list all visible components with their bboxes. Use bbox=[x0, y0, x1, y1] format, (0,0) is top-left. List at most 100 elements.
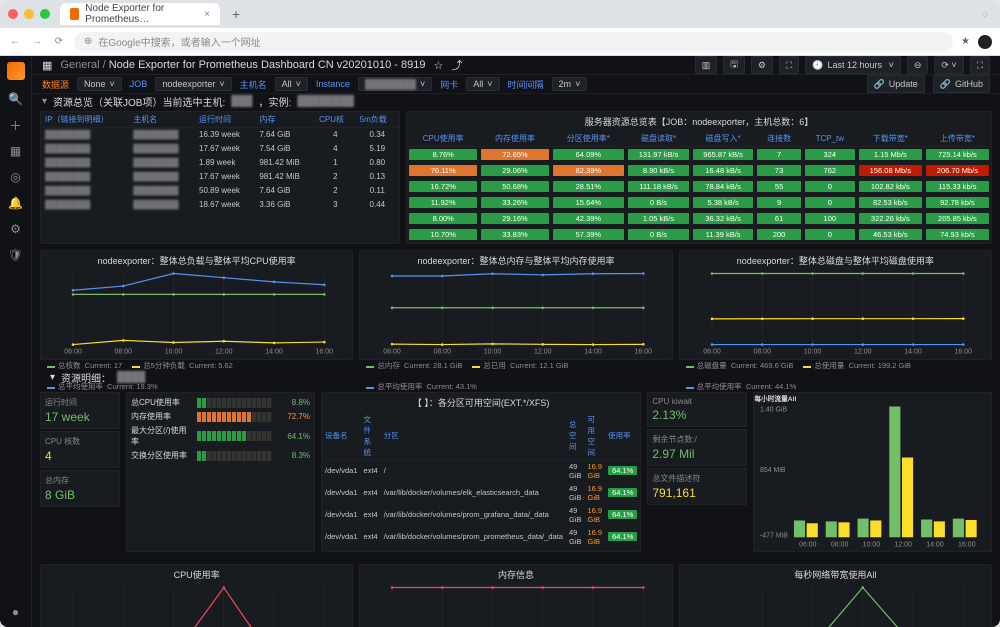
cpu-usage-panel: CPU使用率 06:0008:0010:0012:0014:0016:00 mi… bbox=[40, 564, 353, 627]
var-interval-label: 时间间隔 bbox=[508, 78, 544, 91]
var-interval[interactable]: 2m ˅ bbox=[552, 77, 588, 91]
cpu-usage-title: CPU使用率 bbox=[41, 565, 352, 584]
var-datasource-label: 数据源 bbox=[42, 78, 69, 91]
address-input[interactable]: ⊕ 在Google中搜索，或者输入一个网址 bbox=[74, 32, 953, 52]
stat-uptime: 运行时间 17 week bbox=[40, 392, 120, 429]
svg-text:16:00: 16:00 bbox=[958, 541, 976, 548]
explore-icon[interactable]: ◎ bbox=[9, 170, 23, 184]
row-overview-header[interactable]: ▾ 资源总览（关联JOB项）当前选中主机: ███ ，实例: ████████ bbox=[32, 94, 1000, 109]
server-overview-panel: 服务器资源总览表【JOB：nodeexporter，主机总数：6】 CPU使用率… bbox=[406, 111, 992, 244]
mem-chart-title: nodeexporter：整体总内存与整体平均内存使用率 bbox=[360, 251, 671, 270]
tab-title: Node Exporter for Prometheus… bbox=[85, 3, 198, 25]
single-stats: 运行时间 17 week CPU 核数 4 总内存 8 GiB bbox=[40, 392, 120, 552]
svg-text:12:00: 12:00 bbox=[215, 349, 233, 356]
cycle-view-button[interactable]: ⛶ bbox=[779, 56, 799, 74]
extension-icon[interactable]: ★ bbox=[961, 36, 970, 47]
forward-button[interactable]: → bbox=[30, 36, 44, 47]
svg-text:854 MiB: 854 MiB bbox=[760, 467, 786, 474]
template-var-bar: 数据源 None ˅ JOB nodeexporter ˅ 主机名 All ˅ … bbox=[32, 75, 1000, 94]
hosts-table-panel: IP（链接到明细）主机名运行时间内存CPU核5m负载 █████████████… bbox=[40, 111, 400, 244]
star-icon[interactable]: ☆ bbox=[433, 59, 443, 72]
dashboard-title: Node Exporter for Prometheus Dashboard C… bbox=[109, 59, 426, 71]
net-bw-panel: 每秒网络带宽使用All 06:0008:0010:0012:0014:0016:… bbox=[679, 564, 992, 627]
disk-chart-title: nodeexporter：整体总磁盘与整体平均磁盘使用率 bbox=[680, 251, 991, 270]
var-host-label: 主机名 bbox=[240, 78, 267, 91]
var-job-label: JOB bbox=[130, 79, 148, 89]
dashboards-icon[interactable]: ▦ bbox=[9, 144, 23, 158]
disk-chart-panel: nodeexporter：整体总磁盘与整体平均磁盘使用率 06:0008:001… bbox=[679, 250, 992, 360]
browser-extensions: ★ bbox=[961, 35, 992, 49]
browser-tab-active[interactable]: Node Exporter for Prometheus… × bbox=[60, 3, 220, 25]
svg-text:16:00: 16:00 bbox=[635, 349, 653, 356]
svg-text:08:00: 08:00 bbox=[434, 349, 452, 356]
svg-text:16:00: 16:00 bbox=[316, 349, 334, 356]
minimize-window-button[interactable] bbox=[24, 9, 34, 19]
var-nic[interactable]: All ˅ bbox=[466, 77, 499, 91]
link-update[interactable]: 🔗 Update bbox=[867, 75, 925, 93]
var-nic-label: 网卡 bbox=[440, 78, 458, 91]
browser-tab-bar: Node Exporter for Prometheus… × + ◌ bbox=[0, 0, 1000, 28]
dashboard-topbar: ▦ General / Node Exporter for Prometheus… bbox=[32, 56, 1000, 75]
svg-text:08:00: 08:00 bbox=[831, 541, 849, 548]
create-icon[interactable]: ＋ bbox=[9, 118, 23, 132]
save-button[interactable]: 🖫 bbox=[723, 56, 745, 74]
time-range-picker[interactable]: 🕘 Last 12 hours ˅ bbox=[805, 56, 901, 74]
server-overview-title: 服务器资源总览表【JOB：nodeexporter，主机总数：6】 bbox=[407, 112, 991, 131]
var-job[interactable]: nodeexporter ˅ bbox=[155, 77, 231, 91]
chevron-down-icon: ▾ bbox=[50, 372, 55, 383]
link-github[interactable]: 🔗 GitHub bbox=[933, 75, 990, 93]
var-host[interactable]: All ˅ bbox=[275, 77, 308, 91]
hourly-traffic-panel: 每小时流量All 1.40 GiB854 MiB-477 MiB06:0008:… bbox=[753, 392, 992, 552]
net-bw-title: 每秒网络带宽使用All bbox=[680, 565, 991, 584]
account-icon[interactable]: ◌ bbox=[978, 9, 992, 20]
mem-info-panel: 内存信息 06:0008:0010:0012:0014:0016:00 minm… bbox=[359, 564, 672, 627]
configuration-icon[interactable]: ⚙ bbox=[9, 222, 23, 236]
help-icon[interactable]: ● bbox=[9, 605, 23, 619]
hosts-table: IP（链接到明细）主机名运行时间内存CPU核5m负载 █████████████… bbox=[41, 112, 399, 212]
search-icon: ⊕ bbox=[84, 36, 92, 47]
kiosk-button[interactable]: ⛶ bbox=[970, 56, 990, 74]
browser-address-bar: ← → ⟳ ⊕ 在Google中搜索，或者输入一个网址 ★ bbox=[0, 28, 1000, 56]
svg-text:06:00: 06:00 bbox=[384, 349, 402, 356]
search-icon[interactable]: 🔍 bbox=[9, 92, 23, 106]
alerting-icon[interactable]: 🔔 bbox=[9, 196, 23, 210]
profile-avatar[interactable] bbox=[978, 35, 992, 49]
iowait-stats: CPU iowait 2.13% 剩余节点数:/ 2.97 Mil 总文件描述符… bbox=[647, 392, 747, 552]
share-icon[interactable]: ⤴ bbox=[451, 57, 462, 73]
svg-text:14:00: 14:00 bbox=[927, 541, 945, 548]
stat-memory: 总内存 8 GiB bbox=[40, 470, 120, 507]
svg-text:08:00: 08:00 bbox=[753, 349, 771, 356]
grafana-sidebar: 🔍 ＋ ▦ ◎ 🔔 ⚙ 🛡 ● bbox=[0, 56, 32, 627]
reload-button[interactable]: ⟳ bbox=[52, 36, 66, 47]
grafana-logo[interactable] bbox=[7, 62, 25, 80]
new-tab-button[interactable]: + bbox=[226, 6, 246, 22]
server-overview-table: CPU使用率内存使用率分区使用率*磁盘读取*磁盘写入*连接数TCP_tw下载带宽… bbox=[407, 131, 991, 243]
svg-text:10:00: 10:00 bbox=[484, 349, 502, 356]
settings-button[interactable]: ⚙ bbox=[751, 56, 773, 74]
crumb-general[interactable]: General bbox=[60, 59, 99, 71]
var-datasource[interactable]: None ˅ bbox=[77, 77, 122, 91]
close-tab-icon[interactable]: × bbox=[204, 9, 210, 20]
svg-text:1.40 GiB: 1.40 GiB bbox=[760, 406, 787, 413]
chevron-down-icon: ▾ bbox=[42, 96, 47, 107]
svg-text:10:00: 10:00 bbox=[165, 349, 183, 356]
svg-text:10:00: 10:00 bbox=[803, 349, 821, 356]
var-instance[interactable]: ████████ ˅ bbox=[358, 77, 432, 91]
grafana-favicon bbox=[70, 8, 79, 20]
address-placeholder: 在Google中搜索，或者输入一个网址 bbox=[98, 34, 260, 49]
back-button[interactable]: ← bbox=[8, 36, 22, 47]
load-chart-title: nodeexporter：整体总负载与整体平均CPU使用率 bbox=[41, 251, 352, 270]
row-detail-header[interactable]: ▾ 资源明细： ████ bbox=[40, 368, 992, 386]
svg-text:08:00: 08:00 bbox=[115, 349, 133, 356]
refresh-button[interactable]: ⟳ ˅ bbox=[934, 56, 963, 74]
traffic-lights bbox=[8, 9, 50, 19]
svg-text:12:00: 12:00 bbox=[854, 349, 872, 356]
maximize-window-button[interactable] bbox=[40, 9, 50, 19]
stat-cores: CPU 核数 4 bbox=[40, 431, 120, 468]
svg-text:12:00: 12:00 bbox=[534, 349, 552, 356]
server-admin-icon[interactable]: 🛡 bbox=[9, 248, 23, 262]
zoom-out-button[interactable]: ⊖ bbox=[907, 56, 929, 74]
close-window-button[interactable] bbox=[8, 9, 18, 19]
panel-icon: ▦ bbox=[42, 59, 52, 72]
add-panel-button[interactable]: ▥ bbox=[695, 56, 718, 74]
